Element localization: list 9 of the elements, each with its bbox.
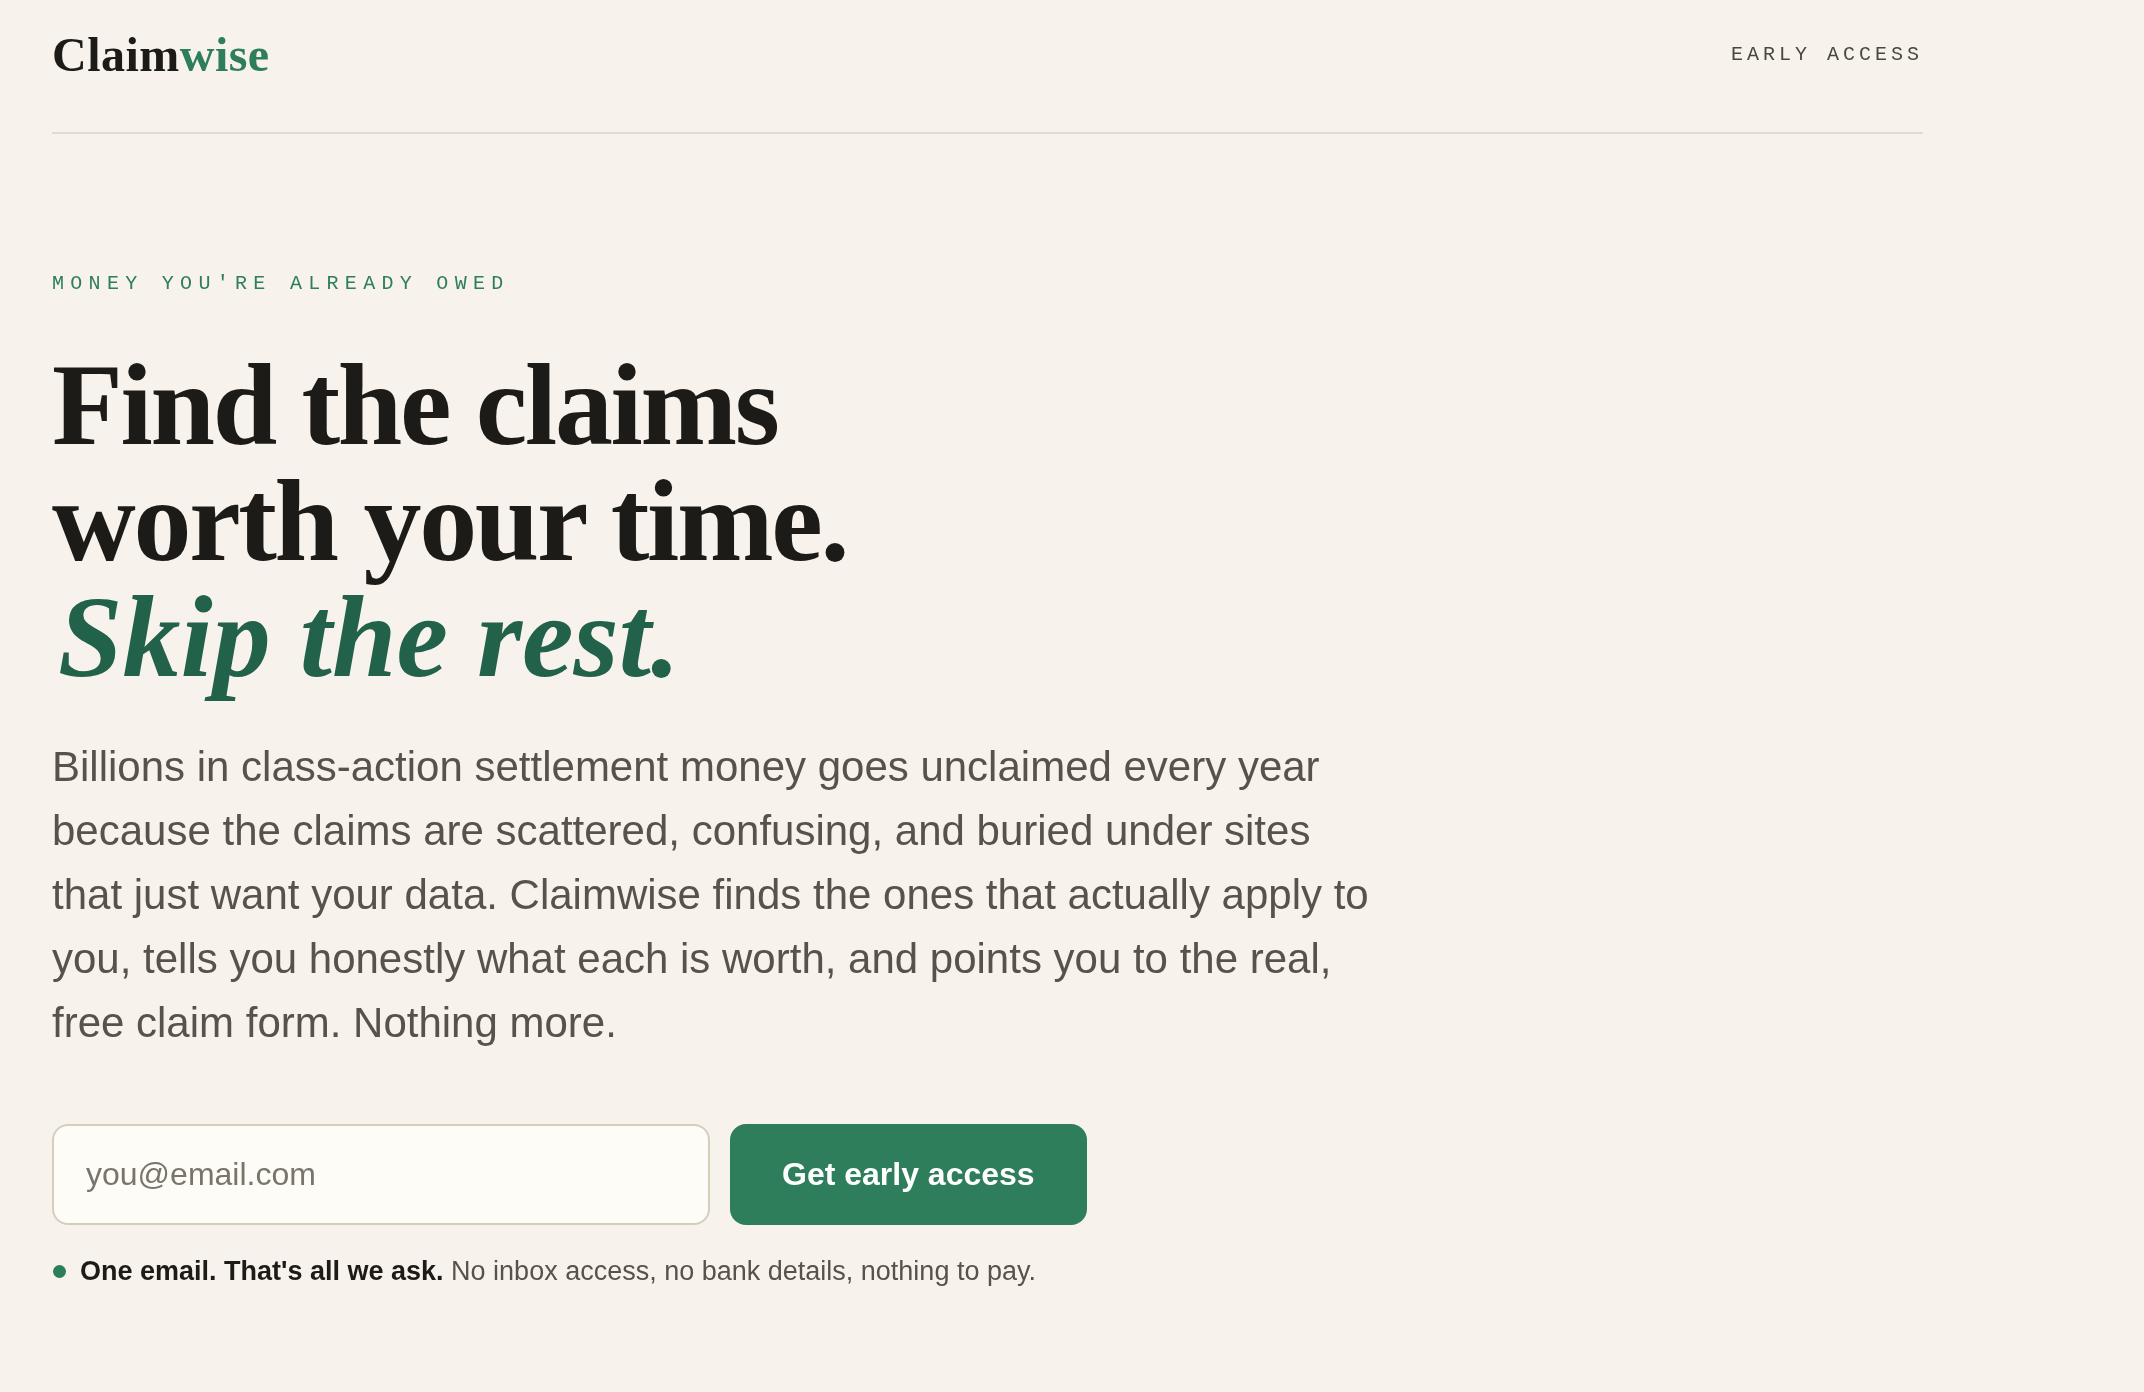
logo: Claimwise [52, 28, 270, 82]
email-field[interactable]: you@email.com [52, 1124, 710, 1225]
privacy-note: One email. That's all we ask. No inbox access, no bank details, nothing to pay. [80, 1255, 1036, 1288]
dot-icon [53, 1264, 66, 1278]
eyebrow-text: MONEY YOU'RE ALREADY OWED [52, 272, 510, 296]
get-access-button[interactable]: Get early access [730, 1124, 1087, 1225]
early-access-label: EARLY ACCESS [1730, 43, 1923, 67]
intro-paragraph: Billions in class-action settlement money goes unclaimed every year because the claims are scattered, confusing, and buried under sites that just want your data. Claimwise finds the ones that actually apply to you, tells you honestly what each is worth, and points you to the real, free claim form. Nothing more. [52, 742, 1369, 1048]
headline: Find the claims worth your time. Skip the rest. [52, 347, 848, 703]
